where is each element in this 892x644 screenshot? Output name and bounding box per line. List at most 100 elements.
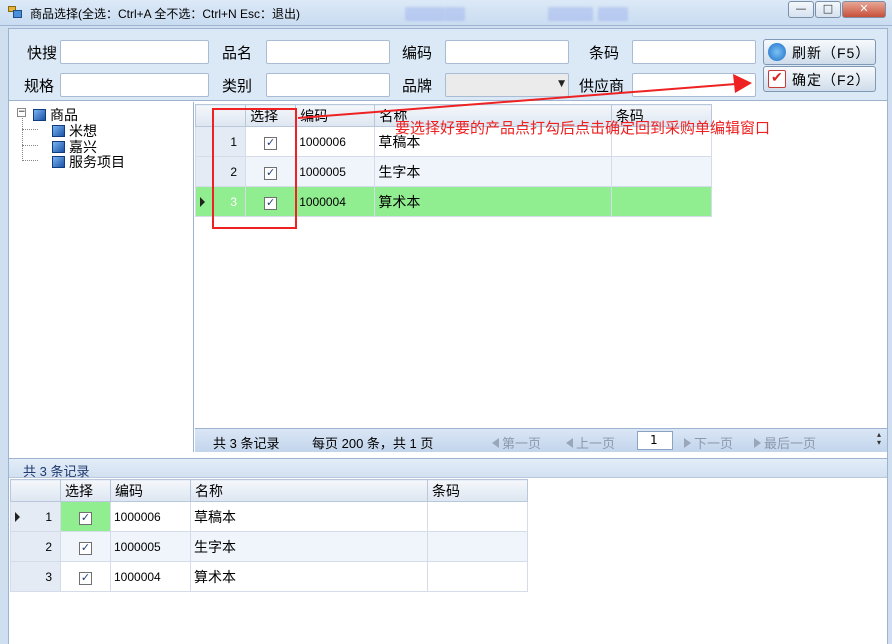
first-page-button[interactable]: 第一页 bbox=[492, 433, 541, 452]
grid-header-row: 选择 编码 名称 条码 bbox=[10, 479, 528, 502]
refresh-button[interactable]: 刷新（F5） bbox=[763, 39, 876, 65]
prev-page-button[interactable]: 上一页 bbox=[566, 433, 615, 452]
prev-page-label: 上一页 bbox=[576, 436, 616, 451]
tree-line bbox=[22, 129, 38, 130]
row-number-label: 1 bbox=[45, 509, 52, 524]
right-arrow-icon bbox=[684, 438, 691, 448]
quick-search-label: 快搜 bbox=[27, 45, 58, 62]
app-icon bbox=[8, 6, 22, 19]
current-row-icon bbox=[200, 197, 205, 207]
quick-search-input[interactable] bbox=[60, 40, 209, 64]
table-row[interactable]: 3 ✓ 1000004 算术本 bbox=[10, 561, 528, 592]
grid-header-rownum bbox=[10, 479, 61, 502]
row-number: 1 bbox=[10, 501, 61, 532]
selected-header: 共 3 条记录 bbox=[9, 458, 887, 479]
last-page-button[interactable]: 最后一页 bbox=[754, 433, 816, 452]
grid-header-code[interactable]: 编码 bbox=[110, 479, 191, 502]
selected-grid-area: 选择 编码 名称 条码 1 ✓ 1000006 草稿本 2 ✓ 1000005 … bbox=[9, 479, 887, 644]
first-page-label: 第一页 bbox=[502, 436, 542, 451]
annotation-text: 要选择好要的产品点打勾后点击确定回到采购单编辑窗口 bbox=[395, 119, 771, 137]
checkmark-icon bbox=[768, 69, 786, 88]
name-label: 品名 bbox=[222, 45, 253, 62]
pager-per-page: 每页 200 条，共 1 页 bbox=[312, 436, 434, 451]
supplier-input[interactable] bbox=[632, 73, 756, 97]
spec-label: 规格 bbox=[24, 78, 55, 95]
grid-header-code[interactable]: 编码 bbox=[295, 104, 376, 127]
brand-dropdown[interactable]: ▼ bbox=[445, 73, 569, 97]
tree-line bbox=[22, 160, 38, 161]
left-arrow-icon bbox=[566, 438, 573, 448]
table-row[interactable]: 1 ✓ 1000006 草稿本 bbox=[10, 501, 528, 532]
next-page-label: 下一页 bbox=[694, 436, 734, 451]
checkbox-checked[interactable]: ✓ bbox=[79, 572, 92, 585]
select-cell[interactable]: ✓ bbox=[60, 561, 111, 592]
name-cell: 生字本 bbox=[374, 156, 612, 187]
spec-input[interactable] bbox=[60, 73, 209, 97]
grid-header-name[interactable]: 名称 bbox=[190, 479, 428, 502]
brand-label: 品牌 bbox=[402, 78, 433, 95]
blurred-background-tab bbox=[445, 7, 465, 21]
barcode-cell bbox=[427, 561, 528, 592]
cube-icon bbox=[52, 125, 65, 137]
tree-node-label: 服务项目 bbox=[69, 154, 125, 170]
selected-grid: 选择 编码 名称 条码 1 ✓ 1000006 草稿本 2 ✓ 1000005 … bbox=[10, 479, 528, 592]
pager-grip-icon[interactable]: ▴ ▾ bbox=[877, 431, 885, 449]
row-number: 2 bbox=[10, 531, 61, 562]
name-cell: 草稿本 bbox=[190, 501, 428, 532]
maximize-button[interactable]: □ bbox=[815, 1, 841, 18]
code-cell: 1000005 bbox=[295, 156, 376, 187]
category-label: 类别 bbox=[222, 78, 253, 95]
cube-icon bbox=[33, 109, 46, 121]
name-input[interactable] bbox=[266, 40, 390, 64]
tree-line bbox=[22, 145, 38, 146]
barcode-cell bbox=[610, 186, 713, 217]
grid-header-barcode[interactable]: 条码 bbox=[427, 479, 528, 502]
code-cell: 1000005 bbox=[110, 531, 191, 562]
confirm-button[interactable]: 确定（F2） bbox=[763, 66, 876, 92]
search-area: 快搜 品名 编码 条码 规格 类别 品牌 ▼ 供应商 刷新（F5） 确定（F2） bbox=[9, 29, 887, 101]
close-button[interactable]: ✕ bbox=[842, 1, 886, 18]
code-cell: 1000004 bbox=[110, 561, 191, 592]
pager-total: 共 3 条记录 bbox=[213, 436, 280, 451]
last-page-label: 最后一页 bbox=[764, 436, 817, 451]
barcode-cell bbox=[610, 156, 713, 187]
name-cell: 算术本 bbox=[374, 186, 612, 217]
select-cell[interactable]: ✓ bbox=[60, 501, 111, 532]
checkbox-checked[interactable]: ✓ bbox=[79, 542, 92, 555]
select-cell[interactable]: ✓ bbox=[60, 531, 111, 562]
blurred-background-tab bbox=[405, 7, 445, 21]
refresh-button-label: 刷新（F5） bbox=[792, 45, 871, 61]
tree-line bbox=[22, 118, 23, 161]
grid-header-select[interactable]: 选择 bbox=[60, 479, 111, 502]
confirm-button-label: 确定（F2） bbox=[792, 72, 871, 88]
name-cell: 算术本 bbox=[190, 561, 428, 592]
row-number: 3 bbox=[10, 561, 61, 592]
supplier-label: 供应商 bbox=[579, 78, 625, 95]
double-left-arrow-icon bbox=[492, 438, 499, 448]
tree-node-service[interactable]: 服务项目 bbox=[52, 152, 125, 172]
product-grid-area: 选择 编码 名称 条码 1 ✓ 1000006 草稿本 2 ✓ 1000005 … bbox=[194, 102, 887, 428]
pager-bar: 共 3 条记录 每页 200 条，共 1 页 第一页 上一页 1 下一页 最后一… bbox=[195, 428, 887, 452]
code-cell: 1000006 bbox=[295, 126, 376, 157]
code-label: 编码 bbox=[402, 45, 433, 62]
category-input[interactable] bbox=[266, 73, 390, 97]
next-page-button[interactable]: 下一页 bbox=[684, 433, 733, 452]
category-tree: − 商品 米想 嘉兴 服务项目 bbox=[9, 102, 194, 452]
double-right-arrow-icon bbox=[754, 438, 761, 448]
code-cell: 1000004 bbox=[295, 186, 376, 217]
page-number-input[interactable]: 1 bbox=[637, 431, 673, 450]
table-row[interactable]: 2 ✓ 1000005 生字本 bbox=[10, 531, 528, 562]
barcode-input[interactable] bbox=[632, 40, 756, 64]
name-cell: 生字本 bbox=[190, 531, 428, 562]
minimize-button[interactable]: — bbox=[788, 1, 814, 18]
checkbox-checked[interactable]: ✓ bbox=[79, 512, 92, 525]
chevron-down-icon: ▼ bbox=[558, 79, 565, 89]
code-input[interactable] bbox=[445, 40, 569, 64]
blurred-background-tab bbox=[598, 7, 628, 21]
barcode-cell bbox=[427, 531, 528, 562]
collapse-icon[interactable]: − bbox=[17, 108, 26, 117]
code-cell: 1000006 bbox=[110, 501, 191, 532]
barcode-label: 条码 bbox=[589, 45, 620, 62]
annotation-highlight-box bbox=[212, 108, 297, 229]
current-row-icon bbox=[15, 512, 20, 522]
